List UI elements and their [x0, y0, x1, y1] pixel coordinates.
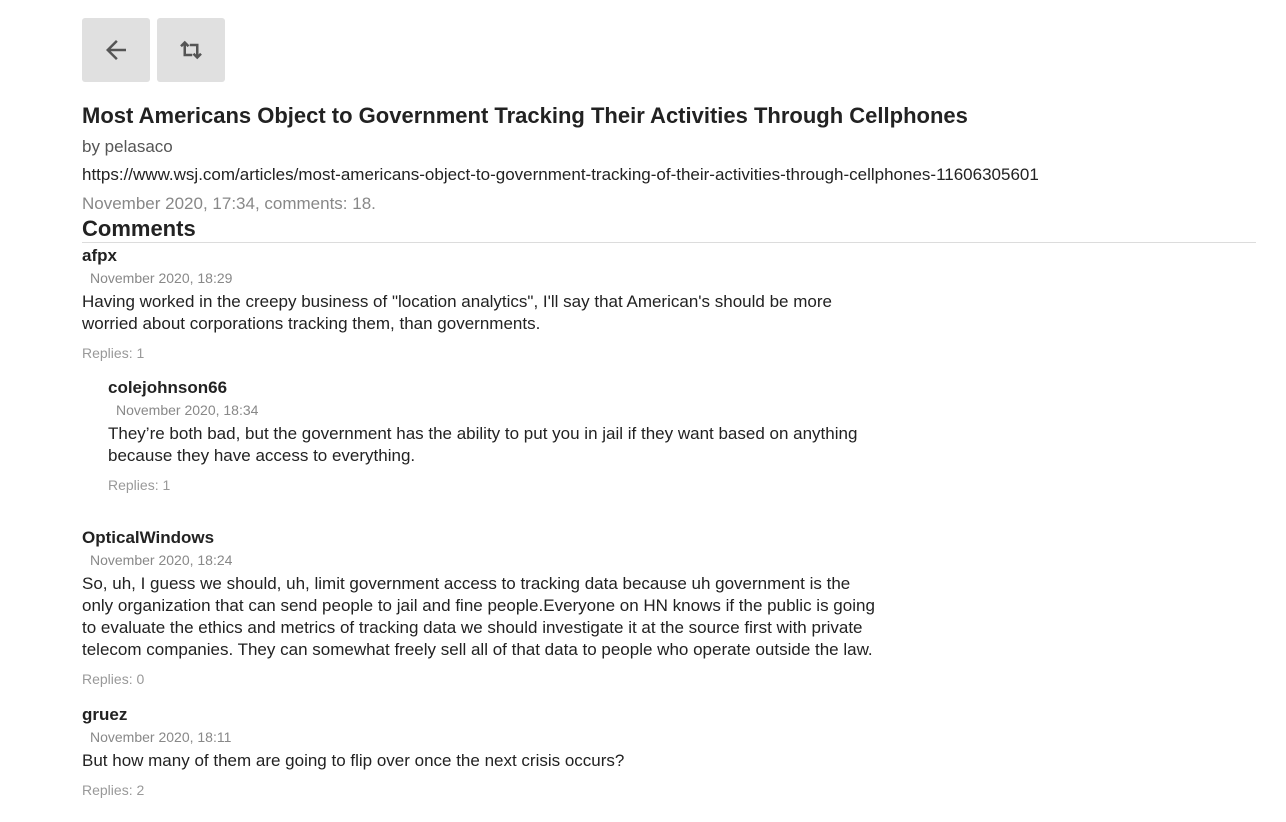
comment-author[interactable]: OpticalWindows: [82, 527, 1256, 549]
comment-date: November 2020, 18:34: [116, 402, 259, 418]
comment-text: So, uh, I guess we should, uh, limit gov…: [82, 574, 875, 659]
comments-heading: Comments: [82, 216, 1256, 243]
story-title: Most Americans Object to Government Trac…: [82, 103, 968, 128]
comment-date: November 2020, 18:24: [90, 552, 233, 568]
comment-replies[interactable]: Replies: 1: [82, 343, 1256, 363]
retweet-icon: [180, 40, 202, 60]
toolbar: [82, 18, 225, 82]
arrow-left-icon: [106, 40, 126, 60]
comment-replies[interactable]: Replies: 2: [82, 780, 1256, 800]
story-meta: November 2020, 17:34, comments: 18.: [82, 194, 376, 213]
comment-replies[interactable]: Replies: 0: [82, 669, 1256, 689]
comment-author[interactable]: afpx: [82, 245, 1256, 267]
comment-date: November 2020, 18:11: [90, 729, 232, 745]
story-content: Most Americans Object to Government Trac…: [82, 100, 1256, 800]
repost-button[interactable]: [157, 18, 225, 82]
comment-date: November 2020, 18:29: [90, 270, 233, 286]
comment-text: They’re both bad, but the government has…: [108, 424, 858, 465]
comment: afpx November 2020, 18:29 Having worked …: [82, 245, 1256, 495]
comment-reply: colejohnson66 November 2020, 18:34 They’…: [108, 377, 1256, 495]
comment-text: But how many of them are going to flip o…: [82, 751, 625, 770]
comment-text: Having worked in the creepy business of …: [82, 292, 832, 333]
comment-author[interactable]: gruez: [82, 704, 1256, 726]
comment: gruez November 2020, 18:11 But how many …: [82, 704, 1256, 800]
back-button[interactable]: [82, 18, 150, 82]
story-url-link[interactable]: https://www.wsj.com/articles/most-americ…: [82, 162, 1256, 188]
comment: OpticalWindows November 2020, 18:24 So, …: [82, 527, 1256, 689]
comment-replies[interactable]: Replies: 1: [108, 475, 1256, 495]
story-byline: by pelasaco: [82, 137, 173, 156]
comment-author[interactable]: colejohnson66: [108, 377, 1256, 399]
